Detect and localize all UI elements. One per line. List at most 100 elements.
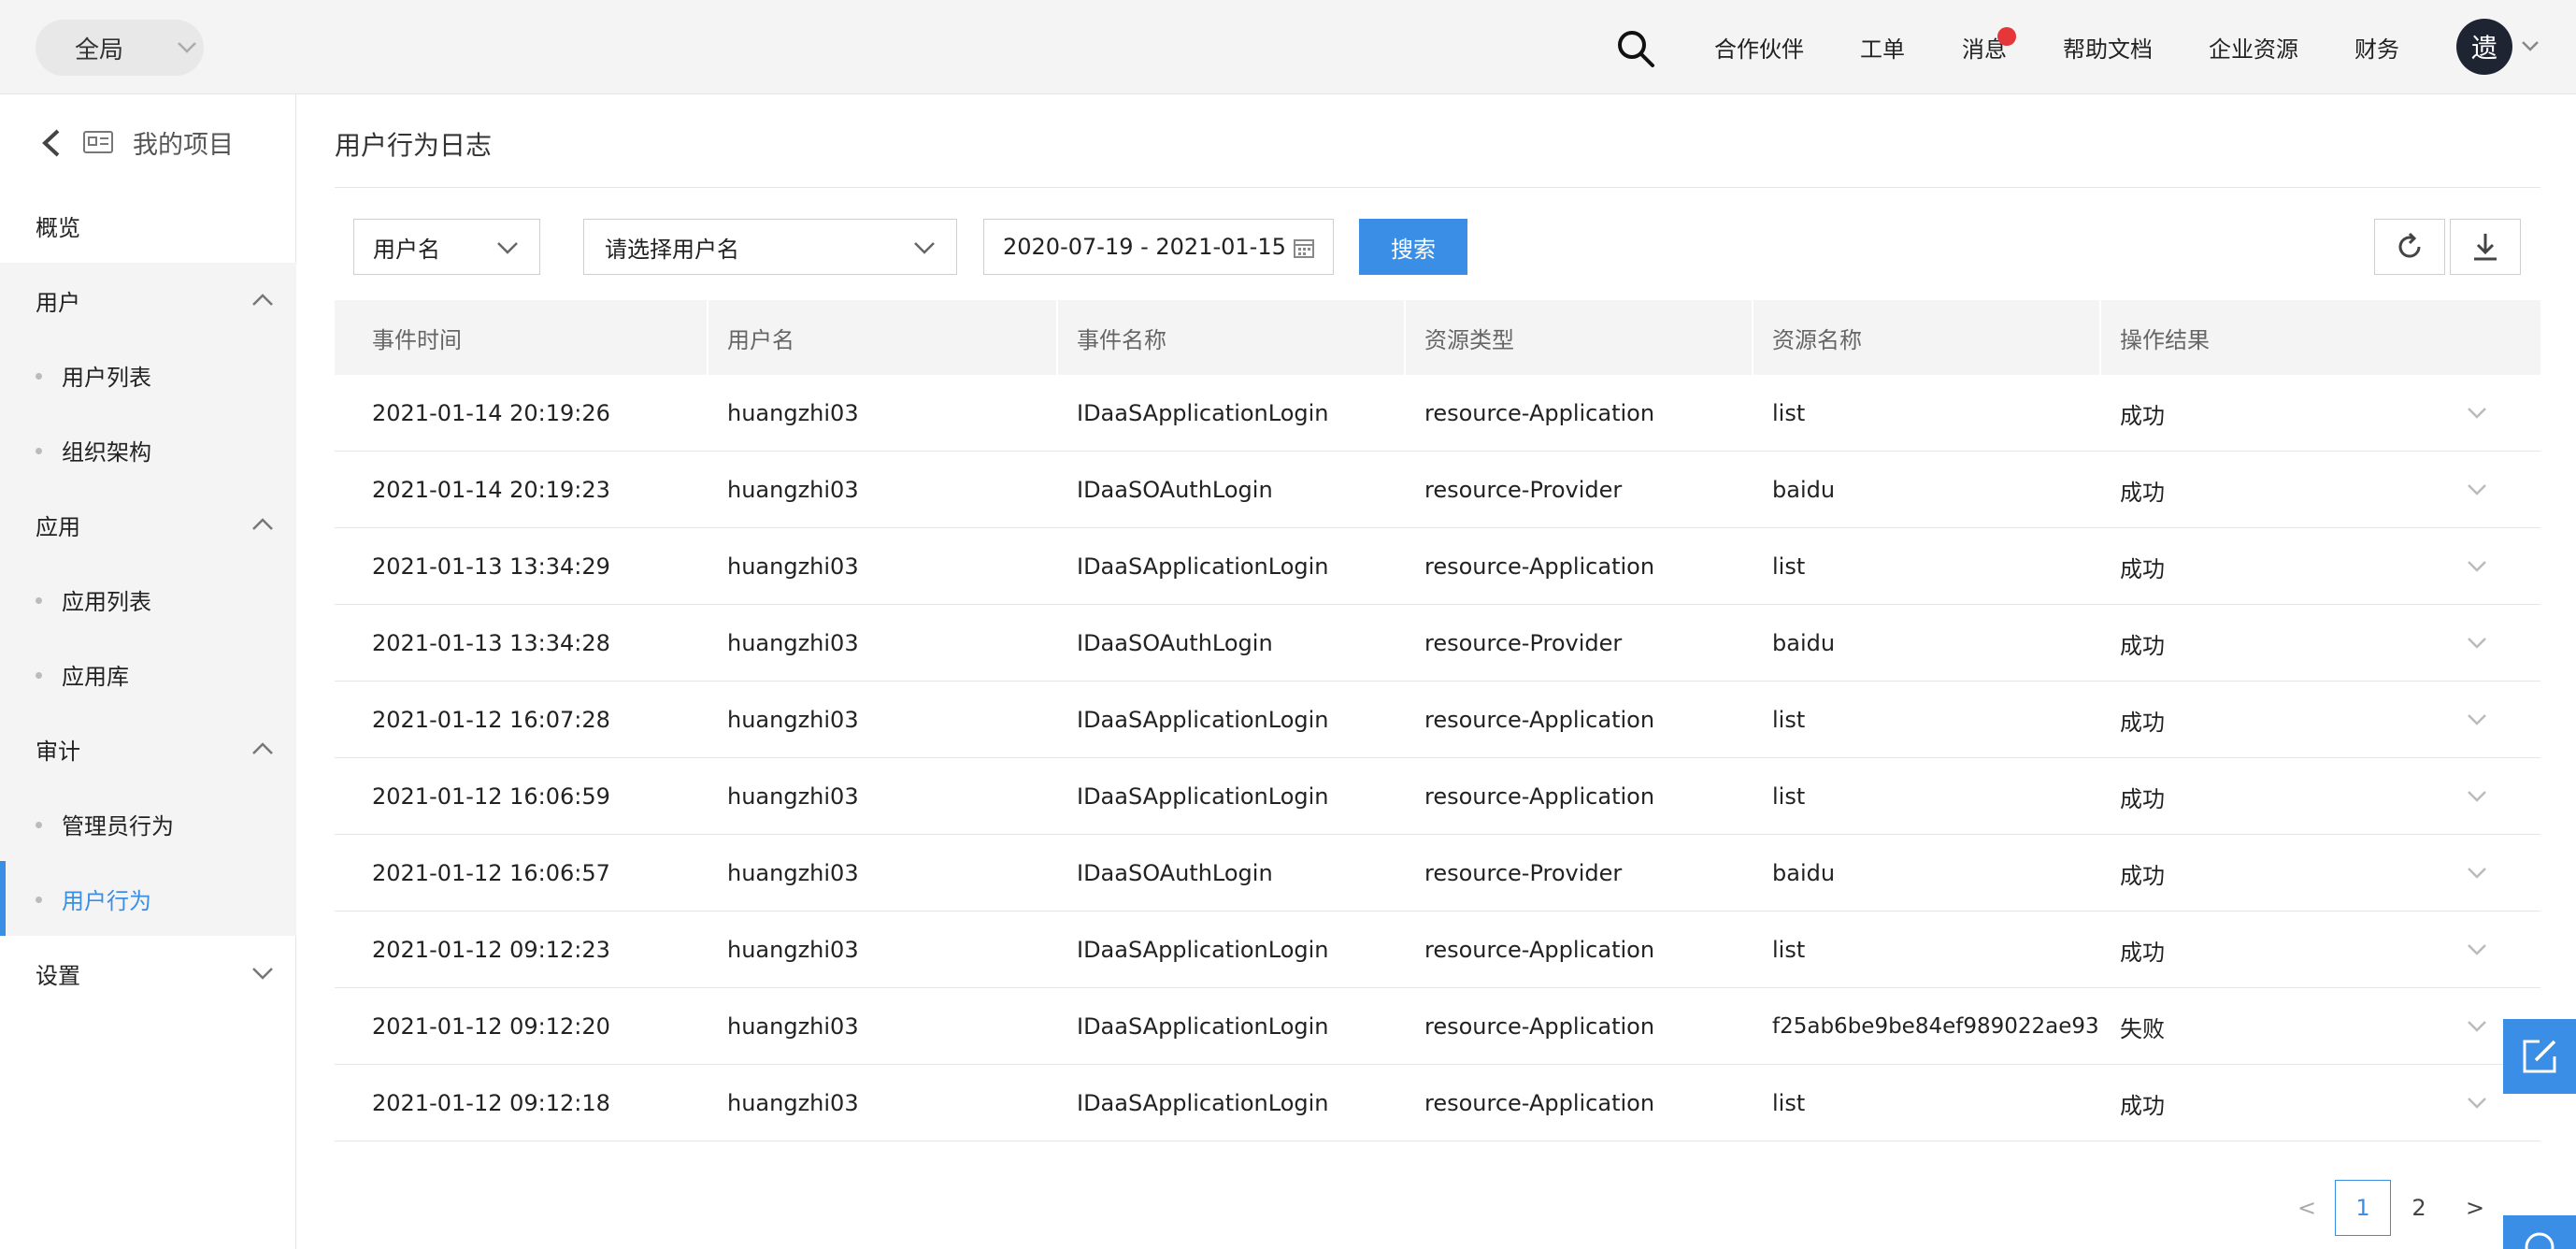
cell-event-time: 2021-01-13 13:34:28: [372, 630, 610, 656]
back-arrow-icon[interactable]: [37, 128, 64, 158]
nav-tickets[interactable]: 工单: [1860, 0, 1905, 94]
cell-resource-type: resource-Application: [1424, 553, 1655, 580]
edit-icon: [2523, 1040, 2556, 1073]
sidebar-item-label: 用户: [36, 289, 80, 316]
chevron-down-icon[interactable]: [2521, 39, 2540, 54]
cell-event-name: IDaaSApplicationLogin: [1077, 937, 1329, 963]
pagination-page-2[interactable]: 2: [2400, 1180, 2438, 1236]
cell-resource-name: list: [1772, 783, 1806, 810]
search-icon[interactable]: [1615, 28, 1656, 69]
bullet-dot: [36, 373, 42, 380]
expand-chevron-icon[interactable]: [2466, 481, 2488, 498]
table-row[interactable]: 2021-01-14 20:19:23 huangzhi03 IDaaSOAut…: [335, 452, 2540, 528]
table-row[interactable]: 2021-01-13 13:34:28 huangzhi03 IDaaSOAut…: [335, 605, 2540, 682]
nav-help-docs[interactable]: 帮助文档: [2063, 0, 2153, 94]
table-row[interactable]: 2021-01-12 09:12:23 huangzhi03 IDaaSAppl…: [335, 912, 2540, 988]
scope-selector[interactable]: 全局: [36, 20, 204, 76]
cell-result: 成功: [2120, 402, 2165, 429]
pagination-next[interactable]: >: [2456, 1180, 2494, 1236]
cell-event-name: IDaaSOAuthLogin: [1077, 630, 1273, 656]
column-divider: [1752, 300, 1753, 375]
expand-chevron-icon[interactable]: [2466, 1018, 2488, 1035]
search-button[interactable]: 搜索: [1359, 219, 1467, 275]
cell-username: huangzhi03: [727, 1013, 859, 1040]
sidebar-item-app-list[interactable]: 应用列表: [0, 562, 296, 637]
cell-event-time: 2021-01-12 09:12:23: [372, 937, 610, 963]
sidebar-item-label: 用户列表: [62, 364, 151, 391]
sidebar-item-user-actions[interactable]: 用户行为: [0, 861, 296, 936]
cell-event-time: 2021-01-13 13:34:29: [372, 553, 610, 580]
refresh-icon: [2398, 232, 2421, 258]
cell-resource-name: baidu: [1772, 860, 1836, 886]
sidebar-item-overview[interactable]: 概览: [0, 188, 296, 263]
scope-label: 全局: [75, 36, 124, 65]
cell-username: huangzhi03: [727, 707, 859, 733]
cell-event-name: IDaaSApplicationLogin: [1077, 1013, 1329, 1040]
table-row[interactable]: 2021-01-12 16:06:59 huangzhi03 IDaaSAppl…: [335, 758, 2540, 835]
refresh-button[interactable]: [2374, 219, 2445, 275]
cell-resource-type: resource-Application: [1424, 1013, 1655, 1040]
bullet-dot: [36, 448, 42, 454]
expand-chevron-icon[interactable]: [2466, 558, 2488, 575]
sidebar-item-label: 组织架构: [62, 438, 151, 466]
project-label: 我的项目: [133, 131, 234, 160]
sidebar-item-app-library[interactable]: 应用库: [0, 637, 296, 711]
cell-event-time: 2021-01-12 09:12:20: [372, 1013, 610, 1040]
expand-chevron-icon[interactable]: [2466, 711, 2488, 728]
expand-chevron-icon[interactable]: [2466, 941, 2488, 958]
bullet-dot: [36, 597, 42, 604]
table-row[interactable]: 2021-01-12 09:12:20 huangzhi03 IDaaSAppl…: [335, 988, 2540, 1065]
feedback-edit-button[interactable]: [2503, 1019, 2576, 1094]
nav-messages[interactable]: 消息: [1962, 0, 2007, 94]
cell-result: 成功: [2120, 939, 2165, 966]
nav-enterprise-resources[interactable]: 企业资源: [2209, 0, 2298, 94]
nav-partners[interactable]: 合作伙伴: [1714, 0, 1804, 94]
expand-chevron-icon[interactable]: [2466, 635, 2488, 652]
date-range-picker[interactable]: 2020-07-19 - 2021-01-15: [983, 219, 1334, 275]
cell-event-time: 2021-01-12 16:07:28: [372, 707, 610, 733]
cell-result: 成功: [2120, 862, 2165, 889]
sidebar-item-org[interactable]: 组织架构: [0, 412, 296, 487]
avatar[interactable]: 遗: [2456, 19, 2512, 75]
sidebar-group-settings[interactable]: 设置: [0, 936, 296, 1011]
expand-chevron-icon[interactable]: [2466, 1095, 2488, 1112]
cell-event-name: IDaaSApplicationLogin: [1077, 783, 1329, 810]
username-select[interactable]: 请选择用户名: [583, 219, 957, 275]
table-row[interactable]: 2021-01-12 16:06:57 huangzhi03 IDaaSOAut…: [335, 835, 2540, 912]
table-row[interactable]: 2021-01-13 13:34:29 huangzhi03 IDaaSAppl…: [335, 528, 2540, 605]
expand-chevron-icon[interactable]: [2466, 405, 2488, 422]
cell-event-time: 2021-01-12 16:06:57: [372, 860, 610, 886]
sidebar-item-label: 用户行为: [62, 887, 151, 914]
pagination-prev[interactable]: <: [2288, 1180, 2326, 1236]
column-divider: [707, 300, 708, 375]
cell-result: 成功: [2120, 1092, 2165, 1119]
table-row[interactable]: 2021-01-12 16:07:28 huangzhi03 IDaaSAppl…: [335, 682, 2540, 758]
field-select[interactable]: 用户名: [353, 219, 540, 275]
cell-resource-type: resource-Provider: [1424, 630, 1623, 656]
pagination-page-1[interactable]: 1: [2335, 1180, 2391, 1236]
table-row[interactable]: 2021-01-14 20:19:26 huangzhi03 IDaaSAppl…: [335, 375, 2540, 452]
column-divider: [1404, 300, 1406, 375]
nav-finance[interactable]: 财务: [2354, 0, 2399, 94]
table-header: 事件时间 用户名 事件名称 资源类型 资源名称 操作结果: [335, 300, 2540, 375]
download-button[interactable]: [2450, 219, 2521, 275]
cell-event-name: IDaaSApplicationLogin: [1077, 553, 1329, 580]
bullet-dot: [36, 672, 42, 679]
sidebar-group-apps[interactable]: 应用: [0, 487, 296, 562]
sidebar-group-users[interactable]: 用户: [0, 263, 296, 337]
sidebar-item-user-list[interactable]: 用户列表: [0, 337, 296, 412]
expand-chevron-icon[interactable]: [2466, 788, 2488, 805]
chevron-down-icon: [497, 242, 518, 254]
chat-button[interactable]: [2503, 1215, 2576, 1249]
table-row[interactable]: 2021-01-12 09:12:18 huangzhi03 IDaaSAppl…: [335, 1065, 2540, 1141]
sidebar: 我的项目 概览 用户 用户列表 组织架构 应用 应用列表 应用库 审计 管理员行…: [0, 94, 296, 1249]
cell-username: huangzhi03: [727, 860, 859, 886]
expand-chevron-icon[interactable]: [2466, 865, 2488, 882]
sidebar-group-audit[interactable]: 审计: [0, 711, 296, 786]
sidebar-item-admin-actions[interactable]: 管理员行为: [0, 786, 296, 861]
top-bar: 全局 合作伙伴 工单 消息 帮助文档 企业资源 财务 遗: [0, 0, 2576, 94]
bullet-dot: [36, 897, 42, 903]
sidebar-item-label: 应用列表: [62, 588, 151, 615]
sidebar-item-label: 应用: [36, 513, 80, 540]
cell-username: huangzhi03: [727, 553, 859, 580]
